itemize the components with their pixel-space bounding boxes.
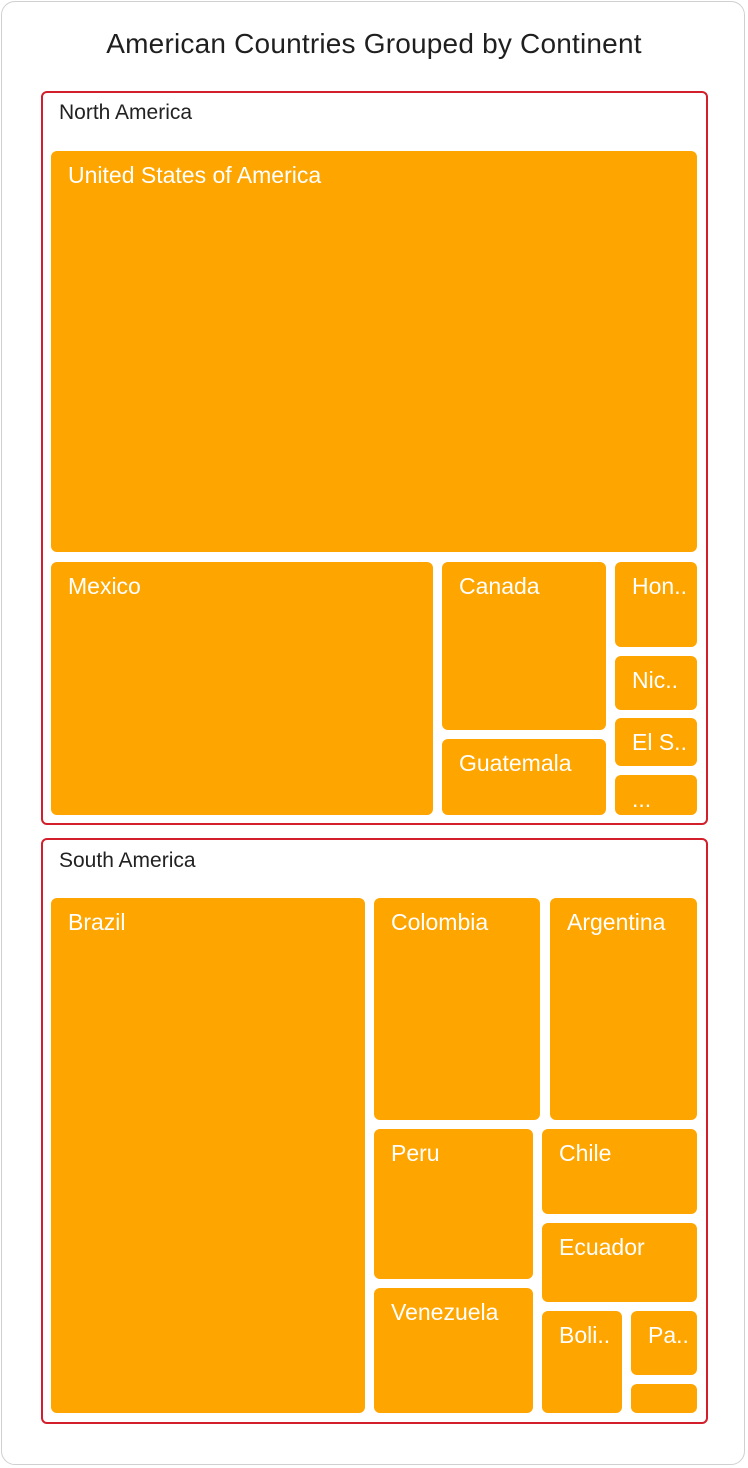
- tile-label: Venezuela: [391, 1299, 499, 1325]
- tile-label: ...: [632, 786, 652, 812]
- tile-venezuela[interactable]: Venezuela: [374, 1288, 533, 1413]
- tile-label: Hon..: [632, 573, 687, 599]
- tile-label: United States of America: [68, 162, 322, 188]
- group-label-north-america: North America: [59, 101, 193, 124]
- tile-label: Nic..: [632, 667, 678, 693]
- tile-label: Boli..: [559, 1322, 611, 1348]
- tile-label: Peru: [391, 1140, 440, 1166]
- tile-argentina[interactable]: Argentina: [550, 898, 697, 1120]
- tile-label: Pa..: [648, 1322, 689, 1348]
- tile-north-more[interactable]: ...: [615, 775, 697, 815]
- tile-bolivia[interactable]: Boli..: [542, 1311, 622, 1413]
- tile-label: Ecuador: [559, 1234, 645, 1260]
- tile-mexico[interactable]: Mexico: [51, 562, 433, 815]
- tile-ecuador[interactable]: Ecuador: [542, 1223, 697, 1302]
- tile-united-states[interactable]: United States of America: [51, 151, 697, 552]
- tile-label: Guatemala: [459, 750, 572, 776]
- tile-guatemala[interactable]: Guatemala: [442, 739, 606, 815]
- group-label-south-america: South America: [59, 849, 196, 872]
- tile-el-salvador[interactable]: El S..: [615, 718, 697, 766]
- tile-brazil[interactable]: Brazil: [51, 898, 365, 1413]
- tile-label: El S..: [632, 729, 687, 755]
- tile-nicaragua[interactable]: Nic..: [615, 656, 697, 710]
- tile-label: Canada: [459, 573, 540, 599]
- chart-title: American Countries Grouped by Continent: [106, 28, 642, 59]
- tile-colombia[interactable]: Colombia: [374, 898, 540, 1120]
- tile-label: Colombia: [391, 909, 489, 935]
- tile-south-more[interactable]: ...: [631, 1384, 697, 1413]
- tile-label: ...: [648, 1395, 668, 1413]
- tile-peru[interactable]: Peru: [374, 1129, 533, 1279]
- tile-chile[interactable]: Chile: [542, 1129, 697, 1214]
- tile-canada[interactable]: Canada: [442, 562, 606, 730]
- tile-label: Argentina: [567, 909, 666, 935]
- tile-label: Brazil: [68, 909, 126, 935]
- tile-label: Chile: [559, 1140, 612, 1166]
- tile-honduras[interactable]: Hon..: [615, 562, 697, 647]
- tile-paraguay[interactable]: Pa..: [631, 1311, 697, 1375]
- tile-label: Mexico: [68, 573, 141, 599]
